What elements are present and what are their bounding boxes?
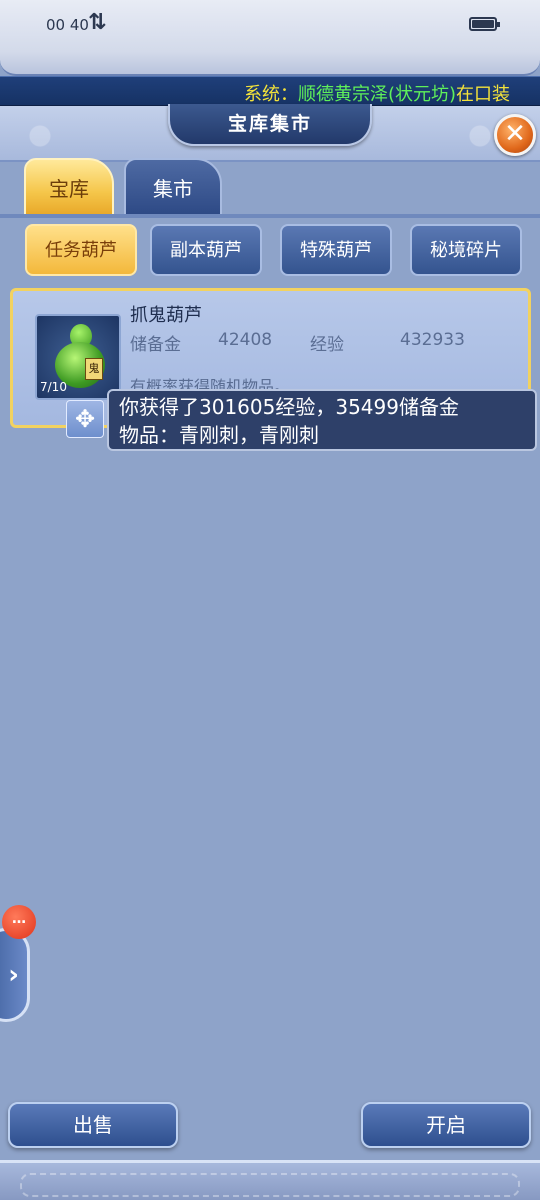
tab-divider <box>0 214 540 218</box>
item-count: 7/10 <box>40 380 67 394</box>
ticker-prefix: 系统： <box>244 84 298 105</box>
data-transfer-icon: ⇅ <box>88 10 107 35</box>
tooltip-line-2: 物品：青刚刺，青刚刺 <box>119 423 319 447</box>
status-bar: 00 40 ⇅ <box>0 0 540 76</box>
sell-button[interactable]: 出售 <box>8 1102 178 1148</box>
close-icon[interactable]: ✕ <box>494 114 536 156</box>
subtab-dungeon-gourd[interactable]: 副本葫芦 <box>150 224 262 276</box>
exp-label: 经验 <box>310 335 344 355</box>
subtab-special-gourd[interactable]: 特殊葫芦 <box>280 224 392 276</box>
battery-icon <box>469 17 500 31</box>
bottom-border <box>0 1160 540 1200</box>
subtab-realm-shards[interactable]: 秘境碎片 <box>410 224 522 276</box>
subtab-task-gourd[interactable]: 任务葫芦 <box>25 224 137 276</box>
gourd-icon[interactable]: 鬼 7/10 <box>35 314 121 400</box>
item-name: 抓鬼葫芦 <box>130 305 202 326</box>
page-title: 宝库集市 <box>168 104 372 146</box>
open-button[interactable]: 开启 <box>361 1102 531 1148</box>
ticker-suffix: 在口装 <box>456 84 511 105</box>
tab-treasury[interactable]: 宝库 <box>24 158 114 216</box>
tooltip-line-1: 你获得了301605经验，35499储备金 <box>119 395 459 419</box>
more-badge-icon[interactable]: … <box>2 905 36 939</box>
move-icon[interactable]: ✥ <box>66 400 104 438</box>
gourd-tag: 鬼 <box>85 358 103 380</box>
exp-value: 432933 <box>400 330 465 350</box>
system-ticker: 系统：顺德黄宗泽(状元坊)在口装 <box>0 76 540 106</box>
ticker-player: 顺德黄宗泽(状元坊) <box>298 84 457 105</box>
side-drawer-toggle[interactable]: › <box>0 928 30 1022</box>
reward-tooltip: 你获得了301605经验，35499储备金 物品：青刚刺，青刚刺 <box>107 389 537 451</box>
reserve-gold-value: 42408 <box>218 330 273 350</box>
chevron-right-icon: › <box>8 960 19 990</box>
status-time: 00 40 <box>46 16 89 34</box>
tab-market[interactable]: 集市 <box>124 158 222 216</box>
reserve-gold-label: 储备金 <box>130 335 181 355</box>
